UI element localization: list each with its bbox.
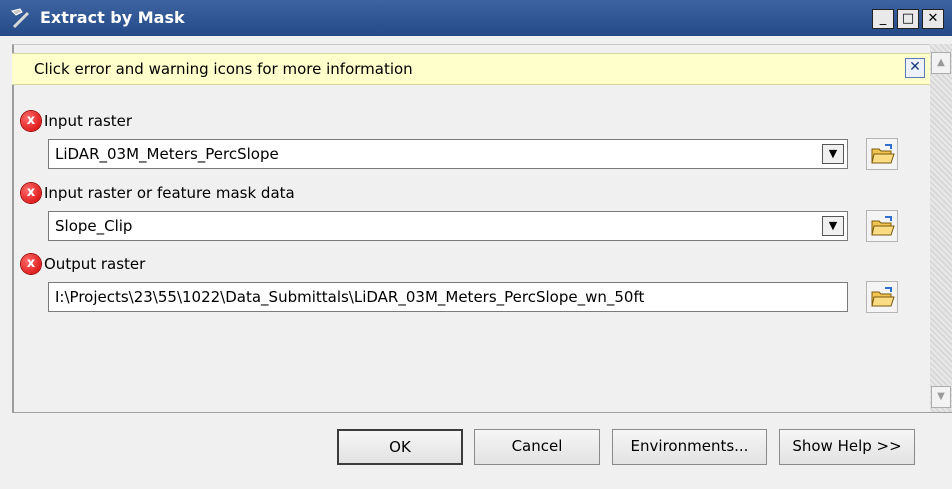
show-help-button[interactable]: Show Help >>	[779, 429, 915, 465]
vertical-scrollbar[interactable]: ▲ ▼	[930, 44, 952, 412]
scroll-down-button[interactable]: ▼	[931, 386, 951, 408]
message-close-button[interactable]: ✕	[905, 58, 925, 78]
error-icon[interactable]: x	[21, 183, 41, 203]
output-raster-browse-button[interactable]	[866, 281, 898, 313]
tool-hammer-icon	[10, 7, 34, 29]
output-raster-textbox[interactable]: I:\Projects\23\55\1022\Data_Submittals\L…	[48, 282, 848, 312]
param-label-mask-data: Input raster or feature mask data	[44, 184, 295, 202]
param-label-input-raster: Input raster	[44, 112, 133, 130]
mask-data-combobox[interactable]: Slope_Clip ▼	[48, 211, 848, 241]
input-raster-combobox[interactable]: LiDAR_03M_Meters_PercSlope ▼	[48, 139, 848, 169]
message-text: Click error and warning icons for more i…	[34, 60, 413, 78]
ok-button[interactable]: OK	[337, 429, 463, 465]
window-title: Extract by Mask	[40, 8, 185, 27]
extract-by-mask-dialog: Extract by Mask _ □ ✕ Click error and wa…	[0, 0, 952, 489]
input-raster-dropdown-arrow[interactable]: ▼	[822, 144, 844, 164]
cancel-button[interactable]: Cancel	[474, 429, 600, 465]
title-bar[interactable]: Extract by Mask _ □ ✕	[0, 0, 952, 36]
output-raster-value: I:\Projects\23\55\1022\Data_Submittals\L…	[55, 288, 645, 306]
scroll-up-button[interactable]: ▲	[931, 52, 951, 74]
input-raster-value: LiDAR_03M_Meters_PercSlope	[55, 145, 279, 163]
mask-data-browse-button[interactable]	[866, 210, 898, 242]
mask-data-value: Slope_Clip	[55, 217, 133, 235]
error-icon[interactable]: x	[21, 254, 41, 274]
message-bar: Click error and warning icons for more i…	[12, 53, 930, 85]
param-label-output-raster: Output raster	[44, 255, 146, 273]
close-button[interactable]: ✕	[922, 9, 944, 29]
minimize-button[interactable]: _	[872, 9, 894, 29]
environments-button[interactable]: Environments...	[612, 429, 767, 465]
maximize-button[interactable]: □	[897, 9, 919, 29]
input-raster-browse-button[interactable]	[866, 138, 898, 170]
divider	[12, 412, 952, 413]
mask-data-dropdown-arrow[interactable]: ▼	[822, 216, 844, 236]
error-icon[interactable]: x	[21, 111, 41, 131]
